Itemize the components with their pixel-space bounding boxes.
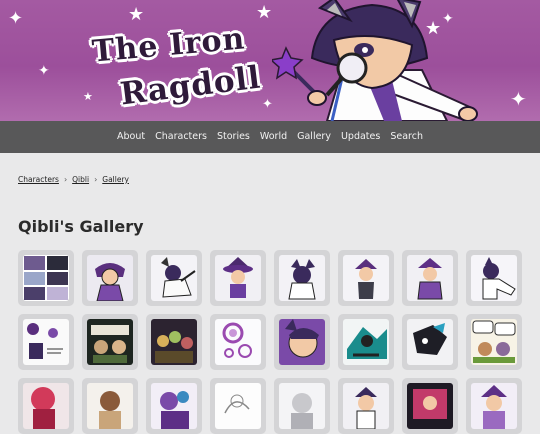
nav-search[interactable]: Search	[385, 121, 428, 153]
nav-characters[interactable]: Characters	[150, 121, 212, 153]
gallery-thumbnail[interactable]	[18, 250, 74, 306]
gallery-thumbnail[interactable]	[338, 378, 394, 434]
mascot-illustration	[272, 0, 478, 121]
thumbnail-image	[471, 383, 517, 429]
gallery-thumbnail[interactable]	[274, 250, 330, 306]
page-title: Qibli's Gallery	[18, 217, 144, 236]
gallery-thumbnail[interactable]	[466, 378, 522, 434]
main-nav: About Characters Stories World Gallery U…	[0, 121, 540, 153]
breadcrumb-gallery[interactable]: Gallery	[102, 175, 129, 184]
thumbnail-image	[407, 255, 453, 301]
gallery-thumbnail[interactable]	[18, 314, 74, 370]
thumbnail-image	[215, 383, 261, 429]
gallery-thumbnail[interactable]	[402, 378, 458, 434]
gallery-thumbnail[interactable]	[338, 250, 394, 306]
thumbnail-image	[87, 255, 133, 301]
thumbnail-image	[215, 319, 261, 365]
star-icon: ★	[256, 2, 273, 23]
nav-stories[interactable]: Stories	[212, 121, 255, 153]
gallery-thumbnail[interactable]	[466, 314, 522, 370]
thumbnail-image	[87, 383, 133, 429]
nav-about[interactable]: About	[112, 121, 150, 153]
thumbnail-image	[471, 255, 517, 301]
thumbnail-image	[23, 255, 69, 301]
logo-text-line2: Ragdoll	[118, 59, 263, 113]
gallery-thumbnail[interactable]	[210, 250, 266, 306]
main-content: Characters › Qibli › Gallery Qibli's Gal…	[0, 173, 540, 239]
thumbnail-image	[343, 255, 389, 301]
thumbnail-image	[151, 255, 197, 301]
nav-updates[interactable]: Updates	[336, 121, 385, 153]
star-icon: ✦	[510, 87, 527, 111]
thumbnail-image	[343, 383, 389, 429]
gallery-thumbnail[interactable]	[210, 378, 266, 434]
thumbnail-image	[407, 383, 453, 429]
gallery-thumbnail[interactable]	[466, 250, 522, 306]
nav-gallery[interactable]: Gallery	[292, 121, 336, 153]
site-logo[interactable]: The Iron Ragdoll	[90, 20, 263, 115]
gallery-thumbnail[interactable]	[402, 250, 458, 306]
thumbnail-image	[215, 255, 261, 301]
thumbnail-image	[471, 319, 517, 365]
chevron-right-icon: ›	[94, 174, 98, 184]
breadcrumb-characters[interactable]: Characters	[18, 175, 59, 184]
site-header: ✦ ★ ✦ ★ ✦ ✦ ★ ✦ ★ The Iron Ragdoll About…	[0, 0, 540, 153]
gallery-thumbnail[interactable]	[18, 378, 74, 434]
gallery-thumbnail[interactable]	[82, 378, 138, 434]
gallery-thumbnail[interactable]	[82, 314, 138, 370]
thumbnail-image	[151, 383, 197, 429]
gallery-thumbnail[interactable]	[210, 314, 266, 370]
nav-world[interactable]: World	[255, 121, 292, 153]
gallery-thumbnail[interactable]	[82, 250, 138, 306]
banner: ✦ ★ ✦ ★ ✦ ✦ ★ ✦ ★ The Iron Ragdoll	[0, 0, 540, 121]
gallery-thumbnail[interactable]	[338, 314, 394, 370]
chevron-right-icon: ›	[63, 174, 68, 184]
gallery-thumbnail[interactable]	[274, 378, 330, 434]
logo-text-line1: The Iron	[90, 21, 247, 70]
gallery-thumbnail[interactable]	[146, 250, 202, 306]
thumbnail-image	[407, 319, 453, 365]
gallery-thumbnail[interactable]	[402, 314, 458, 370]
breadcrumb-qibli[interactable]: Qibli	[72, 175, 89, 184]
thumbnail-image	[279, 319, 325, 365]
star-icon: ✦	[38, 63, 50, 79]
gallery-thumbnail[interactable]	[274, 314, 330, 370]
gallery-thumbnail[interactable]	[146, 378, 202, 434]
thumbnail-image	[151, 319, 197, 365]
thumbnail-image	[343, 319, 389, 365]
gallery-grid	[18, 250, 522, 434]
thumbnail-image	[87, 319, 133, 365]
thumbnail-image	[23, 319, 69, 365]
thumbnail-image	[279, 255, 325, 301]
gallery-thumbnail[interactable]	[146, 314, 202, 370]
breadcrumb: Characters › Qibli › Gallery	[18, 173, 540, 185]
thumbnail-image	[279, 383, 325, 429]
star-icon: ✦	[8, 8, 24, 29]
thumbnail-image	[23, 383, 69, 429]
